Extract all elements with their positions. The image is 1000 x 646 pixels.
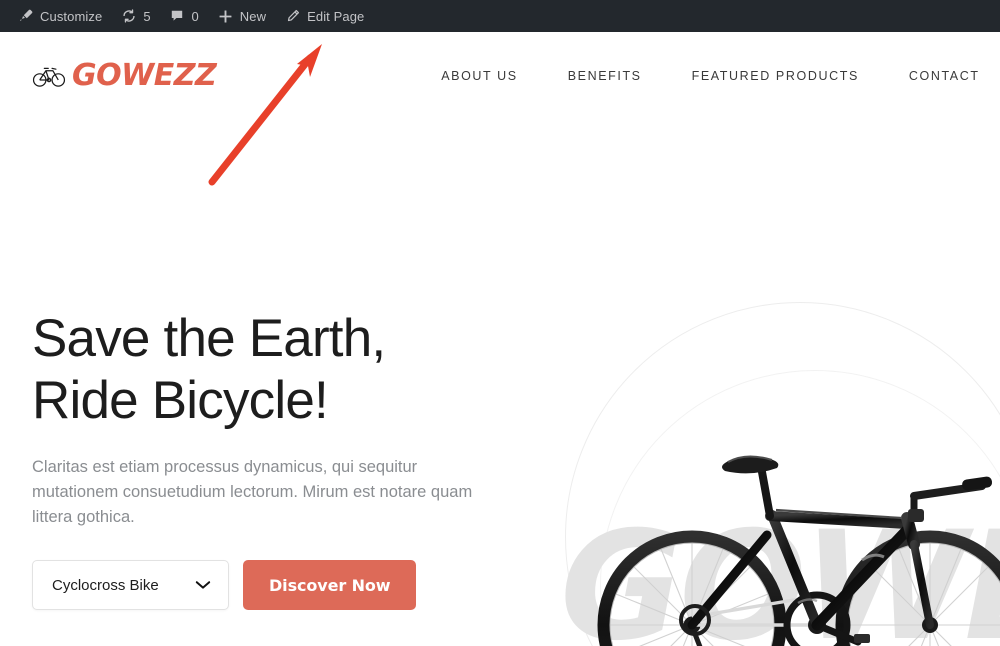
update-icon xyxy=(120,8,137,25)
chevron-down-icon xyxy=(195,580,211,590)
site-logo[interactable]: GOWEZZ xyxy=(32,58,217,93)
nav-item-about-us[interactable]: ABOUT US xyxy=(416,69,542,83)
nav-item-featured-products[interactable]: FEATURED PRODUCTS xyxy=(667,69,884,83)
admin-bar-item-customize[interactable]: Customize xyxy=(8,0,111,32)
hero-actions: Cyclocross Bike Discover Now xyxy=(32,560,532,610)
bicycle-icon xyxy=(32,63,66,89)
bike-type-select-value: Cyclocross Bike xyxy=(52,576,159,594)
admin-bar-label-customize: Customize xyxy=(40,8,103,24)
main-navigation: ABOUT US BENEFITS FEATURED PRODUCTS CONT… xyxy=(416,69,1000,83)
plus-icon xyxy=(217,8,234,25)
hero-title: Save the Earth, Ride Bicycle! xyxy=(32,309,386,430)
page-root: Customize 5 0 New Edit Page GOWEZZ ABOUT… xyxy=(0,0,1000,646)
admin-bar-item-updates[interactable]: 5 xyxy=(111,0,159,32)
hero-copy: Save the Earth, Ride Bicycle! Claritas e… xyxy=(32,308,532,610)
comment-icon xyxy=(169,8,186,25)
hero-subtitle: Claritas est etiam processus dynamicus, … xyxy=(32,458,473,526)
wp-admin-bar: Customize 5 0 New Edit Page xyxy=(0,0,1000,32)
site-header: GOWEZZ ABOUT US BENEFITS FEATURED PRODUC… xyxy=(0,32,1000,120)
bike-type-select[interactable]: Cyclocross Bike xyxy=(32,560,229,610)
admin-bar-item-comments[interactable]: 0 xyxy=(160,0,208,32)
pencil-icon xyxy=(284,8,301,25)
admin-bar-item-edit-page[interactable]: Edit Page xyxy=(275,0,373,32)
admin-bar-label-edit-page: Edit Page xyxy=(307,8,365,24)
hero-section: GOWE xyxy=(0,120,1000,646)
paintbrush-icon xyxy=(17,8,34,25)
admin-bar-label-new: New xyxy=(239,8,267,24)
admin-bar-item-new[interactable]: New xyxy=(208,0,275,32)
nav-item-benefits[interactable]: BENEFITS xyxy=(543,69,667,83)
admin-bar-count-comments: 0 xyxy=(191,8,199,24)
discover-now-button[interactable]: Discover Now xyxy=(243,560,417,610)
site-logo-text: GOWEZZ xyxy=(72,58,217,93)
hero-bicycle-image xyxy=(562,320,1000,646)
admin-bar-count-updates: 5 xyxy=(143,8,151,24)
nav-item-contact[interactable]: CONTACT xyxy=(884,69,1000,83)
